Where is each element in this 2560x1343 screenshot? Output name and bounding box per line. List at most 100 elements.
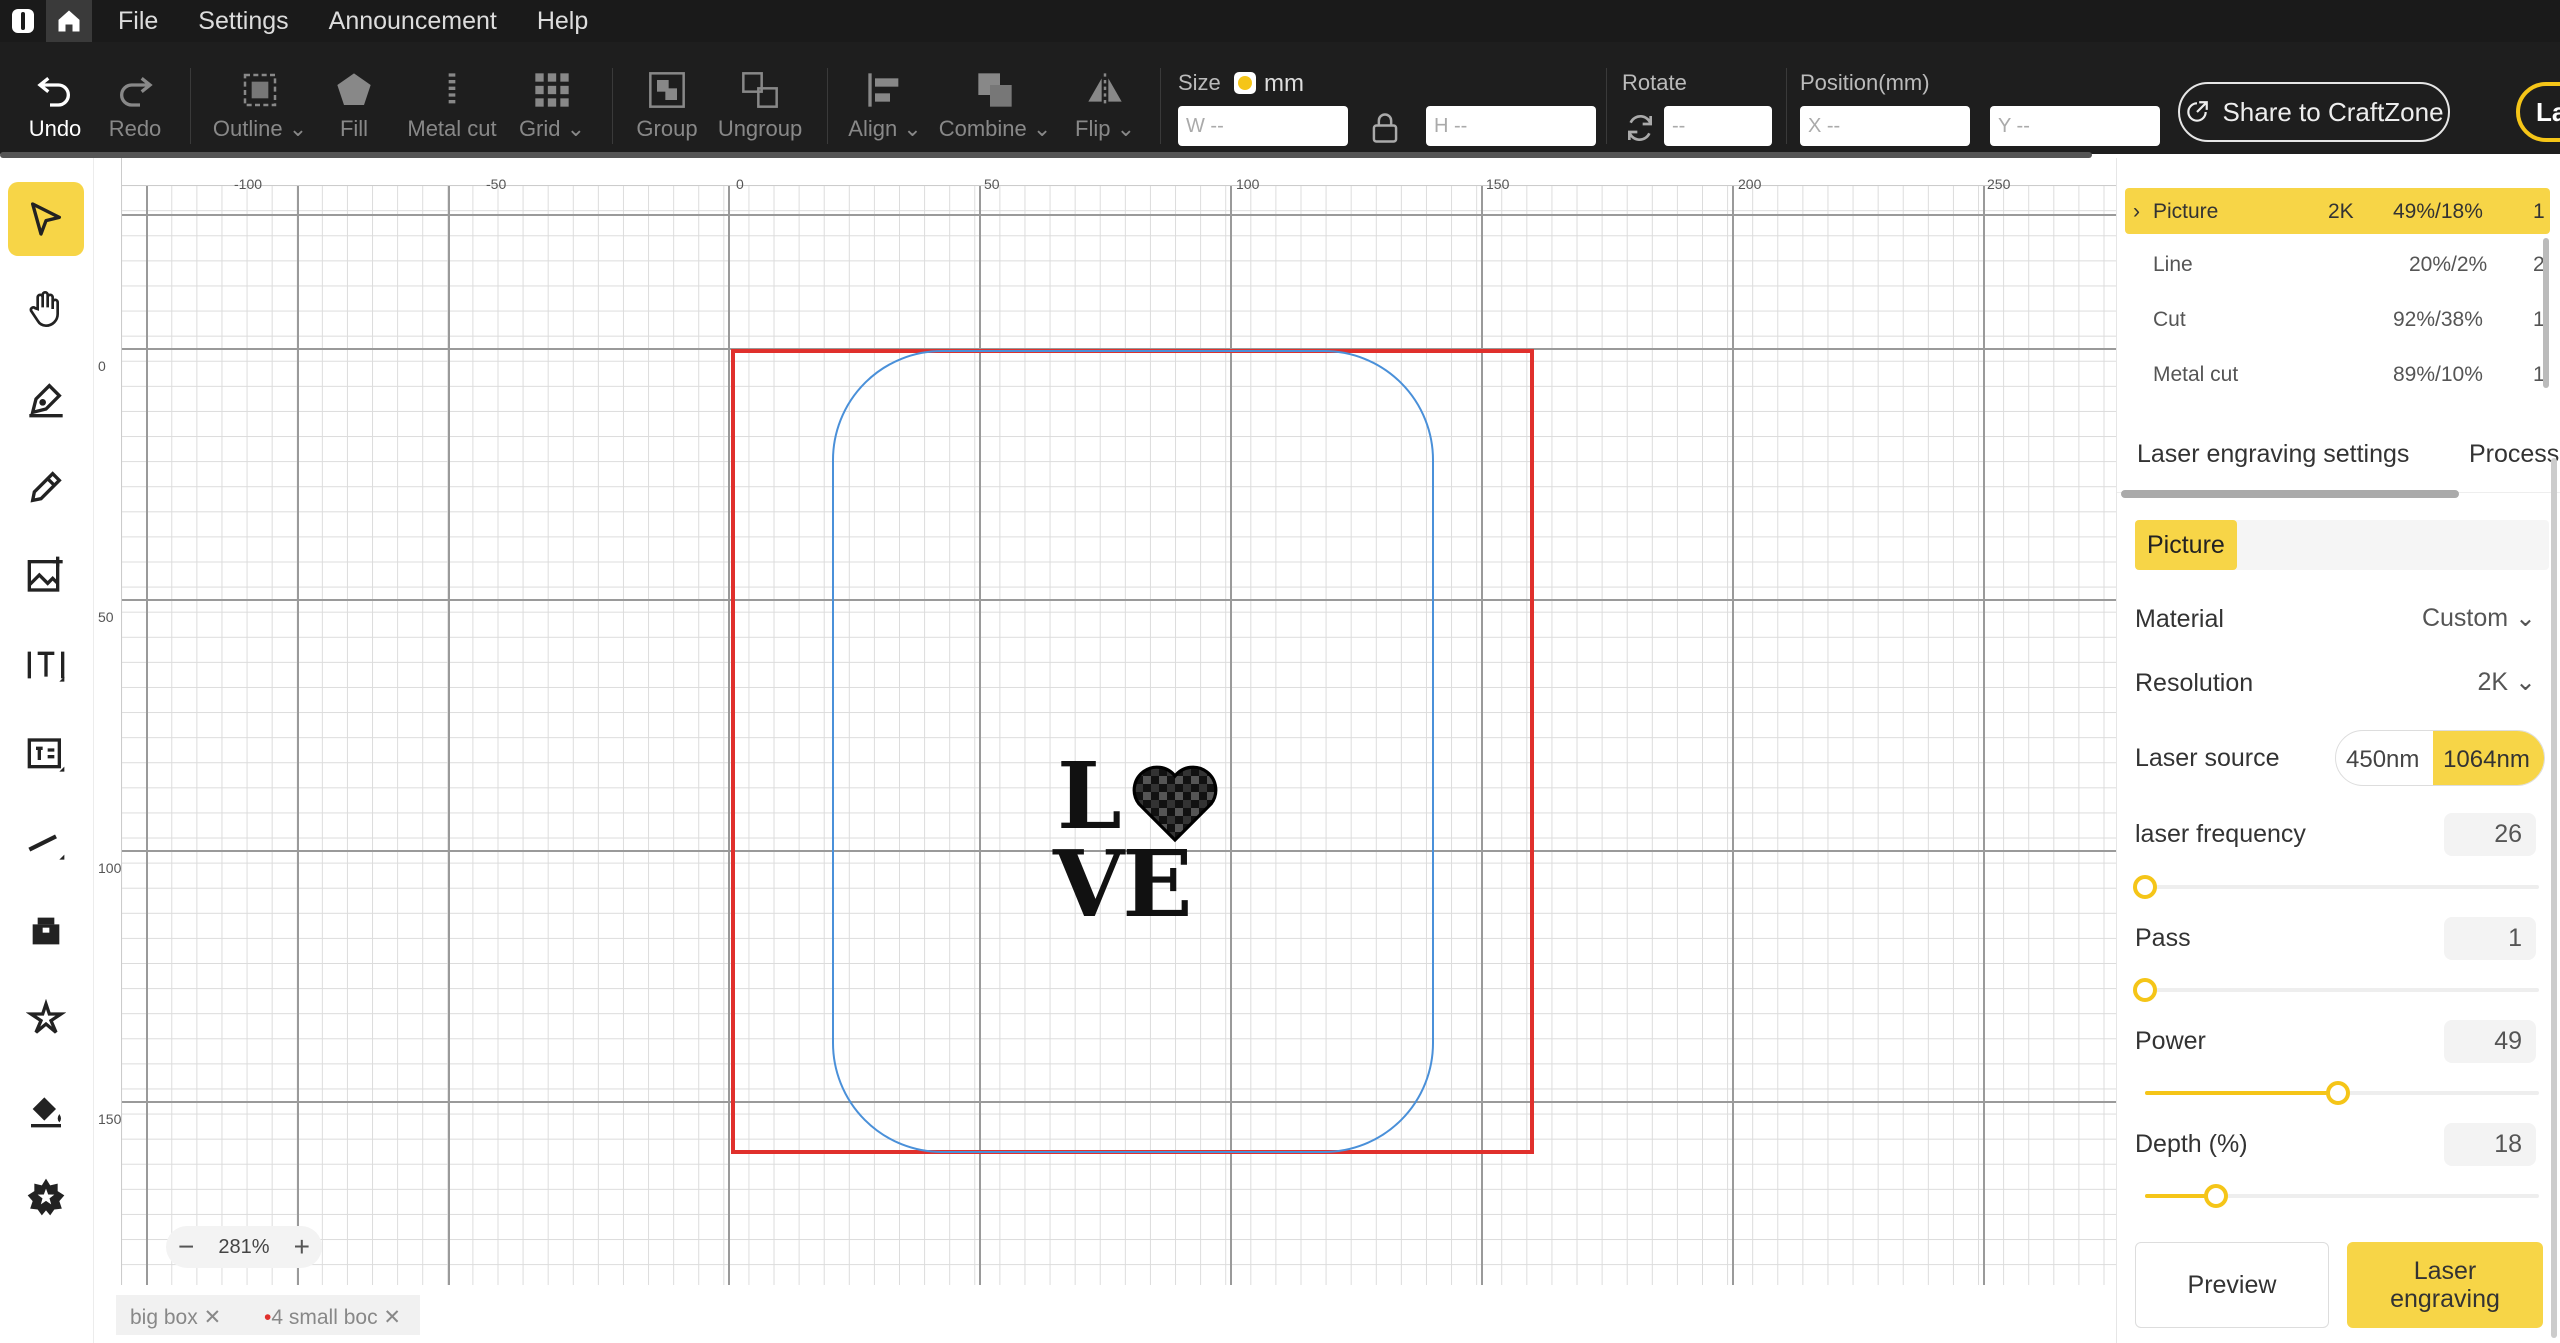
laser-engraving-button[interactable]: Laser engraving <box>2347 1242 2543 1328</box>
source-1064nm-option[interactable]: 1064nm <box>2433 731 2544 785</box>
laser-button[interactable]: La <box>2516 82 2560 142</box>
laser-frequency-slider[interactable] <box>2133 875 2539 899</box>
zoom-control: − 281% + <box>166 1226 322 1268</box>
image-tool[interactable] <box>8 538 84 612</box>
horizontal-ruler: -100 -50 0 50 100 150 200 250 <box>94 158 2116 192</box>
chevron-down-icon: ⌄ <box>2515 604 2536 632</box>
rounded-rectangle-shape[interactable] <box>832 350 1434 1153</box>
x-input[interactable]: X -- <box>1800 106 1970 146</box>
ruler-tick-label: 0 <box>98 358 106 374</box>
redo-button[interactable]: Redo <box>95 70 175 142</box>
toolbar: Undo Redo Outline ⌄ Fill Metal cut Grid … <box>0 42 2560 154</box>
redo-icon <box>120 77 153 107</box>
pencil-tool[interactable] <box>8 450 84 524</box>
tabs-scrollbar[interactable] <box>2121 490 2459 498</box>
menu-help[interactable]: Help <box>537 7 588 36</box>
layers-scrollbar[interactable] <box>2543 238 2549 388</box>
fill-bucket-tool[interactable] <box>8 1072 84 1146</box>
toolbar-divider <box>1786 68 1787 144</box>
rotate-input[interactable]: -- <box>1664 106 1772 146</box>
pentagon-icon <box>337 73 371 105</box>
share-to-craftzone-button[interactable]: Share to CraftZone <box>2178 82 2450 142</box>
flip-button[interactable]: Flip ⌄ <box>1065 70 1145 142</box>
tab-laser-engraving-settings[interactable]: Laser engraving settings <box>2137 440 2409 469</box>
sparkle-star-icon <box>26 999 66 1034</box>
pan-tool[interactable] <box>8 272 84 346</box>
depth-slider[interactable] <box>2145 1184 2539 1208</box>
preview-button[interactable]: Preview <box>2135 1242 2329 1328</box>
laser-frequency-input[interactable]: 26 <box>2444 813 2536 856</box>
layer-row-line[interactable]: Line 20%/2% 2 <box>2125 241 2550 287</box>
height-input[interactable]: H -- <box>1426 106 1596 146</box>
shape-library-tool[interactable] <box>8 894 84 968</box>
ruler-tick-label: 150 <box>1486 176 1510 192</box>
text-tool[interactable] <box>8 628 84 702</box>
slider-handle[interactable] <box>2204 1184 2228 1208</box>
toolbar-divider <box>827 68 828 144</box>
home-button[interactable] <box>46 0 92 42</box>
panel-scrollbar[interactable] <box>2551 458 2557 1338</box>
effects-tool[interactable] <box>8 1160 84 1234</box>
menu-settings[interactable]: Settings <box>198 7 288 36</box>
pen-nib-icon <box>29 383 63 418</box>
outline-icon <box>243 73 277 107</box>
toolbar-divider <box>190 68 191 144</box>
unit-toggle-dot-icon <box>1238 76 1252 90</box>
picture-chip[interactable]: Picture <box>2135 520 2237 570</box>
pen-tool[interactable] <box>8 362 84 436</box>
grid-button[interactable]: Grid ⌄ <box>512 70 592 142</box>
outline-button[interactable]: Outline ⌄ <box>213 70 307 142</box>
slider-handle[interactable] <box>2133 875 2157 899</box>
source-450nm-option[interactable]: 450nm <box>2336 731 2433 785</box>
pass-input[interactable]: 1 <box>2444 917 2536 960</box>
doc-tab-active[interactable]: •4 small boc ✕ <box>250 1295 420 1335</box>
expand-icon[interactable]: › <box>2133 200 2140 224</box>
variable-text-tool[interactable] <box>8 718 84 792</box>
zoom-out-button[interactable]: − <box>178 1231 194 1263</box>
zoom-level: 281% <box>218 1235 270 1258</box>
combine-button[interactable]: Combine ⌄ <box>939 70 1051 142</box>
undo-button[interactable]: Undo <box>15 70 95 142</box>
menu-file[interactable]: File <box>118 7 158 36</box>
slider-handle[interactable] <box>2326 1081 2350 1105</box>
line-tool[interactable] <box>8 806 84 880</box>
zoom-in-button[interactable]: + <box>294 1231 310 1263</box>
resolution-select[interactable]: 2K ⌄ <box>2478 667 2537 697</box>
power-input[interactable]: 49 <box>2444 1020 2536 1063</box>
layer-row-metal-cut[interactable]: Metal cut 89%/10% 1 <box>2125 351 2550 397</box>
lock-icon[interactable] <box>1370 112 1400 144</box>
metal-cut-button[interactable]: Metal cut <box>407 70 497 142</box>
close-icon[interactable]: ✕ <box>383 1306 401 1329</box>
material-select[interactable]: Custom ⌄ <box>2422 603 2536 633</box>
unit-toggle[interactable] <box>1234 72 1256 94</box>
app-logo-icon <box>12 9 34 33</box>
magic-tool[interactable] <box>8 982 84 1056</box>
depth-input[interactable]: 18 <box>2444 1123 2536 1166</box>
menu-announcement[interactable]: Announcement <box>329 7 497 36</box>
y-input[interactable]: Y -- <box>1990 106 2160 146</box>
close-icon[interactable]: ✕ <box>204 1306 222 1329</box>
select-tool[interactable] <box>8 182 84 256</box>
align-button[interactable]: Align ⌄ <box>845 70 925 142</box>
vertical-ruler: 0 50 100 150 <box>94 158 122 1285</box>
tab-process[interactable]: Process <box>2469 440 2559 469</box>
shape-library-icon <box>32 917 60 945</box>
fill-button[interactable]: Fill <box>314 70 394 142</box>
power-slider[interactable] <box>2145 1081 2539 1105</box>
group-icon <box>649 72 685 108</box>
ungroup-button[interactable]: Ungroup <box>718 70 802 142</box>
toolbar-divider <box>1606 68 1607 144</box>
group-button[interactable]: Group <box>627 70 707 142</box>
cursor-arrow-icon <box>30 202 61 236</box>
rotate-icon[interactable] <box>1624 112 1656 144</box>
hand-icon <box>29 291 59 328</box>
width-input[interactable]: W -- <box>1178 106 1348 146</box>
layer-row-cut[interactable]: Cut 92%/38% 1 <box>2125 296 2550 342</box>
slider-handle[interactable] <box>2133 978 2157 1002</box>
layer-row-picture[interactable]: › Picture 2K 49%/18% 1 <box>2125 188 2550 234</box>
image-add-icon <box>27 556 63 592</box>
love-graphic[interactable]: L VE <box>1053 750 1225 932</box>
ungroup-icon <box>742 72 778 108</box>
pass-slider[interactable] <box>2133 978 2539 1002</box>
doc-tab[interactable]: big box ✕ <box>116 1295 264 1335</box>
